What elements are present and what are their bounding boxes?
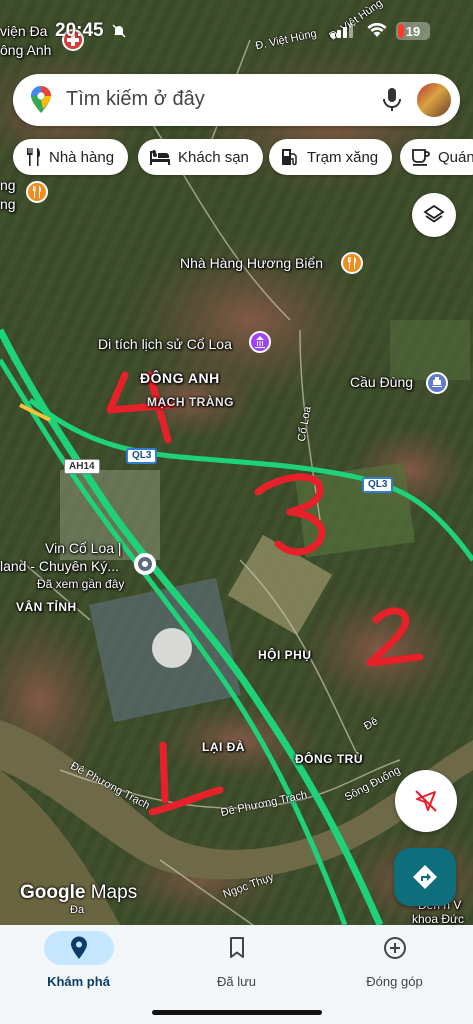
layers-icon bbox=[423, 204, 445, 223]
microphone-icon[interactable] bbox=[383, 88, 401, 117]
area-label-hoi-phu: HỘI PHỤ bbox=[258, 648, 312, 662]
google-maps-pin-icon bbox=[29, 86, 53, 119]
place-label-vin-co-loa[interactable]: Vin Cổ Loa | bbox=[45, 540, 122, 556]
place-label-left-2: ng bbox=[0, 196, 16, 212]
signal-icon bbox=[331, 24, 353, 43]
logo-maps: Maps bbox=[90, 882, 138, 903]
place-label-denh-line2: khoa Đức bbox=[412, 912, 465, 925]
area-label-mach-trang: MẠCH TRÀNG bbox=[147, 395, 234, 409]
chip-gas-stations[interactable]: Trạm xăng bbox=[269, 139, 393, 175]
battery-indicator: 19 bbox=[396, 22, 430, 40]
ah14-shield: AH14 bbox=[64, 459, 100, 474]
place-label-left-1: ng bbox=[0, 177, 16, 193]
recent-place-icon[interactable] bbox=[134, 553, 156, 575]
search-input[interactable]: Tìm kiếm ở đây bbox=[66, 88, 205, 111]
status-time: 20:45 bbox=[55, 20, 104, 41]
district-label-dong-anh: ĐÔNG ANH bbox=[140, 370, 220, 386]
place-label-vin-co-loa-line2: land - Chuyên Ký... bbox=[0, 558, 120, 574]
recently-viewed-label: Đã xem gần đây bbox=[37, 577, 125, 591]
directions-icon bbox=[413, 865, 437, 889]
google-maps-logo: Google Maps bbox=[20, 882, 137, 904]
fork-knife-icon bbox=[27, 148, 40, 166]
nav-label-contribute: Đóng góp bbox=[366, 974, 423, 989]
bookmark-icon bbox=[158, 931, 315, 965]
area-label-lai-da: LẠI ĐÀ bbox=[202, 740, 245, 754]
layers-button[interactable] bbox=[412, 193, 456, 237]
nav-explore[interactable]: Khám phá bbox=[0, 931, 157, 989]
nav-saved[interactable]: Đã lưu bbox=[158, 931, 315, 989]
nav-label-explore: Khám phá bbox=[47, 974, 110, 989]
coffee-icon bbox=[412, 149, 430, 166]
transit-icon[interactable] bbox=[426, 372, 448, 394]
chip-label: Nhà hàng bbox=[49, 148, 115, 166]
area-label-van-tinh: VÂN TỈNH bbox=[16, 600, 77, 614]
location-off-arrow-icon bbox=[415, 790, 437, 812]
chip-cafes[interactable]: Quán bbox=[400, 139, 473, 175]
gas-station-icon bbox=[282, 149, 297, 166]
place-label-di-tich-co-loa[interactable]: Di tích lịch sử Cổ Loa bbox=[98, 336, 232, 352]
bed-icon bbox=[150, 150, 170, 165]
logo-google: Google bbox=[20, 882, 86, 903]
nav-contribute[interactable]: Đóng góp bbox=[316, 931, 473, 989]
wifi-icon bbox=[366, 22, 388, 43]
account-avatar[interactable] bbox=[417, 83, 451, 117]
restaurant-poi-icon[interactable] bbox=[26, 181, 48, 203]
chip-label: Khách sạn bbox=[178, 148, 249, 166]
chip-label: Trạm xăng bbox=[307, 148, 379, 166]
home-indicator bbox=[152, 1010, 322, 1015]
chip-hotels[interactable]: Khách sạn bbox=[138, 139, 263, 175]
landmark-icon[interactable] bbox=[249, 331, 271, 353]
chip-restaurants[interactable]: Nhà hàng bbox=[13, 139, 129, 175]
location-pin-icon bbox=[43, 931, 114, 965]
nav-label-saved: Đã lưu bbox=[216, 974, 257, 989]
my-location-button[interactable] bbox=[395, 770, 457, 832]
battery-level: 19 bbox=[405, 23, 421, 39]
status-bar: 20:45 19 bbox=[0, 0, 473, 60]
ql3-shield-2: QL3 bbox=[362, 477, 394, 493]
ql3-shield: QL3 bbox=[126, 448, 158, 464]
directions-button[interactable] bbox=[394, 848, 456, 906]
place-label-nha-hang-huong-bien[interactable]: Nhà Hàng Hương Biển bbox=[180, 255, 323, 271]
add-circle-icon bbox=[316, 931, 473, 965]
restaurant-poi-icon[interactable] bbox=[341, 252, 363, 274]
chip-label: Quán bbox=[438, 148, 473, 166]
area-label-dong-tru: ĐÔNG TRÙ bbox=[295, 752, 363, 766]
search-bar[interactable]: Tìm kiếm ở đây bbox=[13, 74, 460, 126]
road-label-da: Đa bbox=[70, 904, 85, 916]
place-label-cau-dung[interactable]: Cầu Đùng bbox=[350, 374, 413, 390]
mute-icon bbox=[112, 24, 126, 43]
